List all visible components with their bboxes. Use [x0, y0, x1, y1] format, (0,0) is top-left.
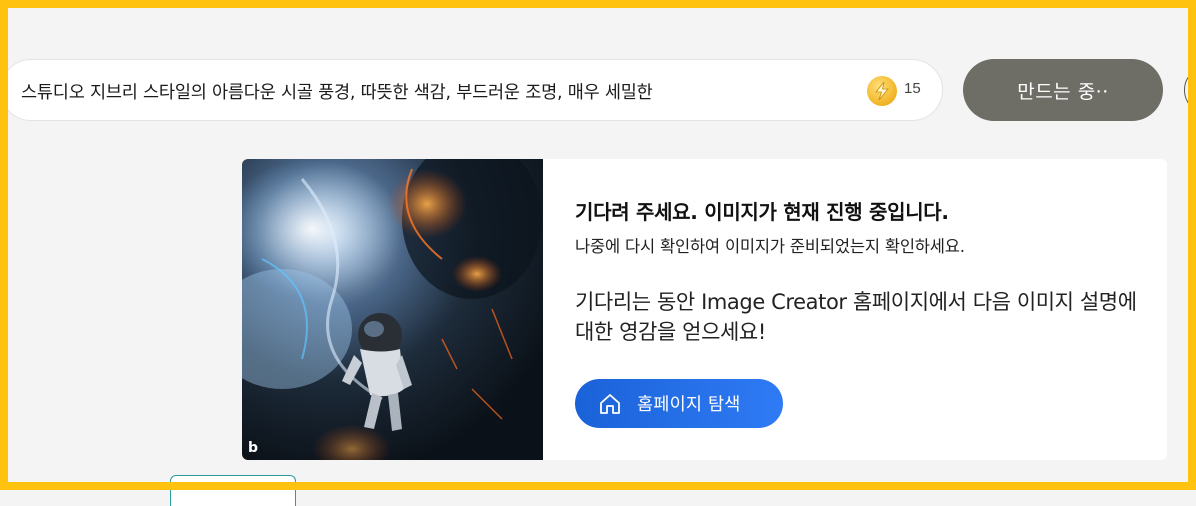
prompt-input[interactable] — [21, 78, 841, 104]
status-title: 기다려 주세요. 이미지가 현재 진행 중입니다. — [575, 200, 949, 224]
explore-homepage-label: 홈페이지 탐색 — [637, 395, 741, 415]
boost-count: 15 — [904, 80, 921, 97]
bing-watermark: b — [248, 440, 258, 456]
status-card: b 기다려 주세요. 이미지가 현재 진행 중입니다. 나중에 다시 확인하여 … — [242, 159, 1167, 460]
prompt-bar — [0, 59, 943, 121]
account-circle[interactable] — [1184, 66, 1196, 114]
inspiration-text: 기다리는 동안 Image Creator 홈페이지에서 다음 이미지 설명에 … — [575, 290, 1137, 344]
explore-homepage-button[interactable]: 홈페이지 탐색 — [575, 379, 783, 428]
lightning-coin-icon[interactable] — [867, 76, 897, 106]
generated-image-preview[interactable]: b — [242, 159, 543, 460]
home-icon — [597, 391, 623, 417]
status-subtitle: 나중에 다시 확인하여 이미지가 준비되었는지 확인하세요. — [575, 237, 965, 256]
create-button[interactable]: 만드는 중·· — [963, 59, 1163, 121]
bottom-tab[interactable] — [170, 475, 296, 506]
